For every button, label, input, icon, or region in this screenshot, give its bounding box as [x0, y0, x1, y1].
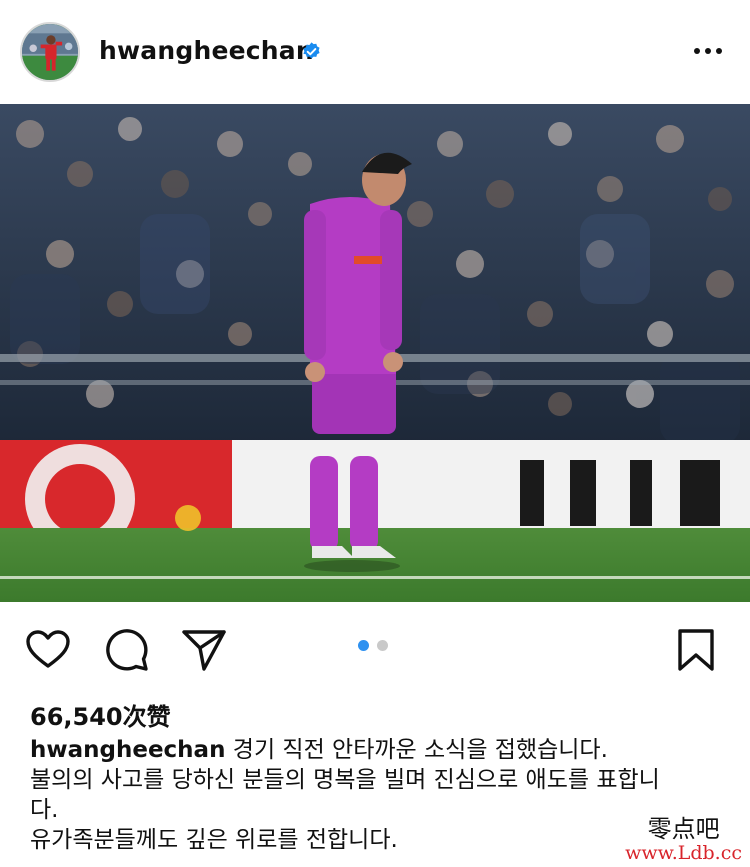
comment-button[interactable] [103, 626, 151, 674]
post-image[interactable] [0, 104, 750, 602]
send-paper-plane-icon [182, 630, 226, 671]
more-dot [716, 48, 722, 54]
caption-line-4: 유가족분들께도 깊은 위로를 전합니다. [30, 827, 398, 853]
carousel-dot[interactable] [377, 640, 388, 651]
caption-username[interactable]: hwangheechan [30, 737, 225, 763]
caption-line-1: hwangheechan 경기 직전 안타까운 소식을 접했습니다. [30, 735, 720, 765]
caption: hwangheechan 경기 직전 안타까운 소식을 접했습니다. 불의의 사… [30, 735, 720, 855]
avatar[interactable] [20, 22, 80, 82]
caption-line-3: 다. [30, 797, 59, 823]
like-count[interactable]: 66,540次赞 [30, 697, 171, 732]
carousel-dot-active[interactable] [358, 640, 369, 651]
watermark-text: 零点吧 [647, 815, 720, 843]
heart-icon [26, 630, 70, 668]
action-bar [0, 602, 750, 692]
save-button[interactable] [672, 626, 720, 674]
like-button[interactable] [24, 626, 72, 674]
more-options-button[interactable] [690, 38, 726, 64]
site-watermark: 零点吧 www.Ldb.cc [625, 816, 742, 864]
post-header: hwangheechan [0, 0, 750, 104]
caption-text-1: 경기 직전 안타까운 소식을 접했습니다. [232, 737, 608, 763]
more-horizontal-icon [694, 48, 700, 54]
comment-bubble-icon [106, 629, 148, 671]
verified-badge-icon [303, 42, 320, 59]
username[interactable]: hwangheechan [99, 36, 314, 65]
bookmark-icon [678, 629, 714, 671]
more-dot [705, 48, 711, 54]
caption-line-2: 불의의 사고를 당하신 분들의 명복을 빌며 진심으로 애도를 표합니 [30, 767, 660, 793]
stadium-photo [0, 104, 750, 602]
avatar-photo [22, 24, 78, 80]
share-button[interactable] [180, 626, 228, 674]
carousel-indicator [358, 640, 388, 651]
watermark-url: www.Ldb.cc [625, 842, 742, 864]
